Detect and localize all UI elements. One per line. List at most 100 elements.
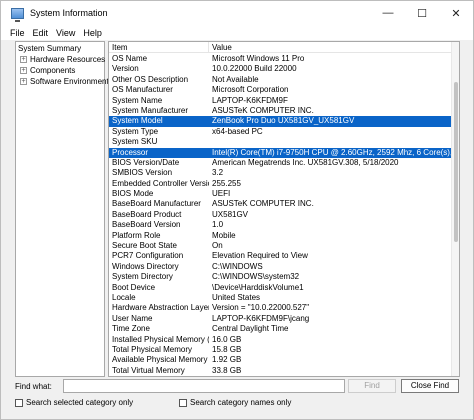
table-row[interactable]: Embedded Controller Version 255.255 — [109, 178, 459, 189]
table-row[interactable]: Available Physical Memory 1.92 GB — [109, 355, 459, 365]
menu-view[interactable]: View — [52, 28, 79, 38]
search-category-names-label: Search category names only — [190, 398, 292, 407]
window-controls: — ☐ ✕ — [371, 1, 473, 25]
category-tree[interactable]: System Summary + Hardware Resources + Co… — [15, 41, 109, 377]
minimize-button[interactable]: — — [371, 1, 405, 25]
search-category-names-option[interactable]: Search category names only — [179, 398, 291, 407]
table-row[interactable]: Hardware Abstraction Layer Version = "10.… — [109, 303, 459, 313]
tree-item-components[interactable]: + Components — [20, 65, 75, 76]
row-item-name: Boot Device — [112, 282, 156, 292]
row-item-value: 1.92 GB — [212, 355, 242, 365]
list-rows: OS Name Microsoft Windows 11 Pro Version 10… — [109, 54, 459, 376]
table-row[interactable]: Installed Physical Memory (RAM)16.0 GB — [109, 334, 459, 345]
row-item-name: System SKU — [112, 137, 158, 147]
row-item-name: Embedded Controller Version — [112, 178, 209, 188]
row-item-value: 33.8 GB — [212, 365, 242, 375]
row-item-value: \Device\HarddiskVolume1 — [212, 282, 304, 292]
table-row[interactable]: System Name LAPTOP-K6KFDM9F — [109, 95, 459, 106]
table-row[interactable]: Locale United States — [109, 293, 459, 303]
table-row[interactable]: System SKU — [109, 137, 459, 147]
row-item-value: ASUSTeK COMPUTER INC. — [212, 199, 314, 209]
table-row[interactable]: System Manufacturer ASUSTeK COMPUTER INC. — [109, 105, 459, 116]
row-item-value: C:\WINDOWS\system32 — [212, 272, 300, 282]
table-row[interactable]: Boot Device \Device\HarddiskVolume1 — [109, 282, 459, 293]
row-item-name: PCR7 Configuration — [112, 251, 184, 261]
table-row[interactable]: PCR7 Configuration Elevation Required to … — [109, 251, 459, 261]
row-item-name: OS Manufacturer — [112, 85, 173, 95]
row-item-value: On — [212, 241, 223, 251]
row-item-value: ASUSTeK COMPUTER INC. — [212, 105, 314, 115]
row-item-name: Total Physical Memory — [112, 344, 193, 354]
tree-item-label: Software Environment — [30, 77, 109, 86]
expand-icon[interactable]: + — [20, 56, 27, 63]
row-item-value: C:\WINDOWS — [212, 261, 263, 271]
table-row[interactable]: BaseBoard Product UX581GV — [109, 210, 459, 220]
column-header-value[interactable]: Value — [209, 42, 459, 53]
table-row[interactable]: BIOS Mode UEFI — [109, 189, 459, 199]
table-row[interactable]: BIOS Version/Date American Megatrends Inc… — [109, 157, 459, 168]
close-button[interactable]: ✕ — [439, 1, 473, 25]
title-bar[interactable]: System Information — ☐ ✕ — [1, 1, 473, 25]
row-item-name: Hardware Abstraction Layer — [112, 303, 209, 313]
row-item-value: 255.255 — [212, 178, 241, 188]
table-row[interactable]: System Model ZenBook Pro Duo UX581GV_UX58… — [109, 116, 459, 127]
row-item-value: Mobile — [212, 230, 236, 240]
row-item-name: System Type — [112, 126, 159, 136]
table-row[interactable]: Time Zone Central Daylight Time — [109, 324, 459, 334]
row-item-name: System Model — [112, 116, 163, 126]
row-item-value: 16.0 GB — [212, 334, 242, 344]
tree-item-system-summary[interactable]: System Summary — [18, 43, 81, 54]
expand-icon[interactable]: + — [20, 67, 27, 74]
table-row[interactable]: OS Name Microsoft Windows 11 Pro — [109, 54, 459, 64]
table-row[interactable]: User Name LAPTOP-K6KFDM9F\jcang — [109, 314, 459, 324]
row-item-name: System Name — [112, 95, 163, 105]
table-row[interactable]: System Type x64-based PC — [109, 126, 459, 137]
search-selected-category-checkbox[interactable] — [15, 398, 23, 407]
table-row[interactable]: BaseBoard Manufacturer ASUSTeK COMPUTER I… — [109, 199, 459, 209]
row-item-value: Microsoft Corporation — [212, 85, 289, 95]
menu-edit[interactable]: Edit — [29, 28, 53, 38]
table-row[interactable]: Windows Directory C:\WINDOWS — [109, 261, 459, 272]
scrollbar-thumb[interactable] — [454, 82, 458, 242]
close-find-button[interactable]: Close Find — [401, 379, 459, 393]
expand-icon[interactable]: + — [20, 78, 27, 85]
table-row[interactable]: Total Virtual Memory 33.8 GB — [109, 365, 459, 376]
row-item-value: Not Available — [212, 74, 259, 84]
row-item-value: Version = "10.0.22000.527" — [212, 303, 310, 313]
table-row[interactable]: Total Physical Memory 15.8 GB — [109, 344, 459, 355]
menu-bar: File Edit View Help — [1, 25, 473, 40]
column-header-item[interactable]: Item — [109, 42, 209, 53]
row-item-name: Secure Boot State — [112, 241, 177, 251]
table-row[interactable]: Version 10.0.22000 Build 22000 — [109, 64, 459, 74]
maximize-button[interactable]: ☐ — [405, 1, 439, 25]
row-item-name: Windows Directory — [112, 261, 179, 271]
table-row[interactable]: BaseBoard Version 1.0 — [109, 220, 459, 230]
table-row[interactable]: Secure Boot State On — [109, 241, 459, 251]
table-row[interactable]: Platform Role Mobile — [109, 230, 459, 241]
row-item-name: BIOS Version/Date — [112, 157, 180, 167]
menu-help[interactable]: Help — [79, 28, 106, 38]
row-item-name: BIOS Mode — [112, 189, 154, 199]
menu-file[interactable]: File — [6, 28, 29, 38]
table-row[interactable]: OS Manufacturer Microsoft Corporation — [109, 85, 459, 95]
row-item-name: OS Name — [112, 54, 148, 63]
tree-item-label: Components — [30, 66, 76, 75]
table-row[interactable]: System Directory C:\WINDOWS\system32 — [109, 272, 459, 282]
search-selected-category-option[interactable]: Search selected category only — [15, 398, 133, 407]
row-item-value: UEFI — [212, 189, 231, 199]
tree-item-hardware-resources[interactable]: + Hardware Resources — [20, 54, 105, 65]
row-item-value: x64-based PC — [212, 126, 263, 136]
table-row[interactable]: Processor Intel(R) Core(TM) i7-9750H CPU … — [109, 147, 459, 158]
details-list[interactable]: Item Value OS Name Microsoft Windows 11 P… — [108, 41, 460, 377]
find-button[interactable]: Find — [348, 379, 396, 393]
vertical-scrollbar[interactable] — [451, 42, 459, 376]
search-category-names-checkbox[interactable] — [179, 398, 187, 407]
row-item-name: BaseBoard Manufacturer — [112, 199, 201, 209]
table-row[interactable]: SMBIOS Version 3.2 — [109, 168, 459, 178]
row-item-name: Processor — [112, 147, 149, 157]
row-item-value: Elevation Required to View — [212, 251, 308, 261]
table-row[interactable]: Other OS Description Not Available — [109, 74, 459, 85]
row-item-value — [209, 137, 459, 147]
find-input[interactable] — [63, 379, 345, 393]
tree-item-software-environment[interactable]: + Software Environment — [20, 76, 109, 87]
